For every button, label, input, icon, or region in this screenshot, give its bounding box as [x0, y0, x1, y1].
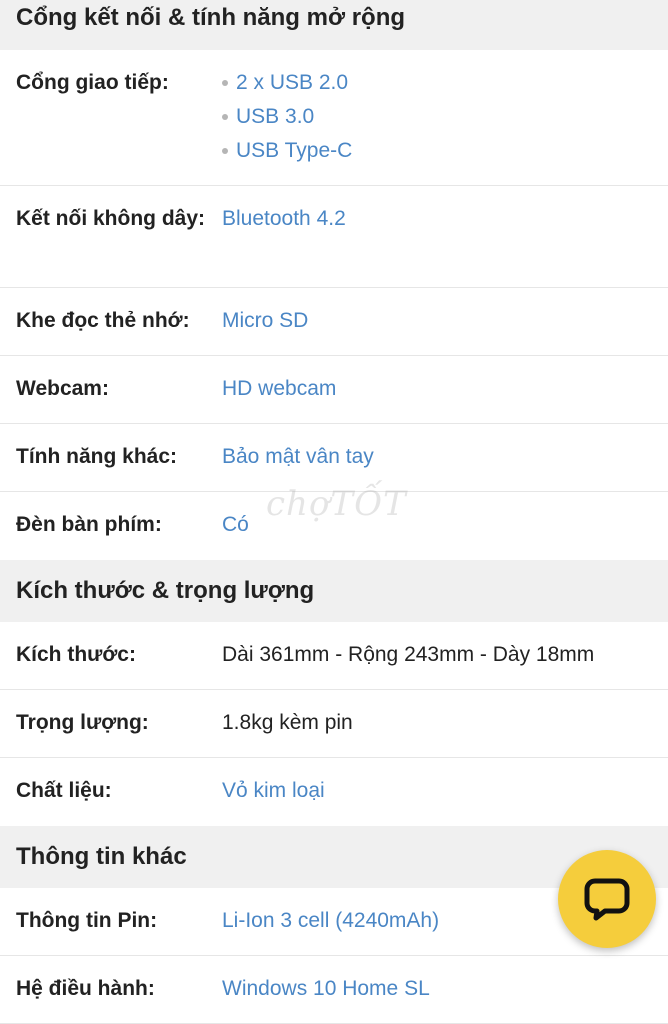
section-title: Cổng kết nối & tính năng mở rộng: [16, 4, 406, 31]
spec-row-os: Hệ điều hành: Windows 10 Home SL: [0, 956, 668, 1024]
bullet-icon: [222, 80, 228, 86]
spec-label: Tính năng khác:: [16, 445, 178, 468]
spec-value-link[interactable]: Micro SD: [222, 304, 652, 355]
spec-value-link[interactable]: Windows 10 Home SL: [222, 972, 652, 1023]
section-title: Thông tin khác: [16, 843, 187, 870]
list-item[interactable]: 2 x USB 2.0: [222, 66, 652, 100]
spec-row-card-reader: Khe đọc thẻ nhớ: Micro SD: [0, 288, 668, 356]
spec-row-size: Kích thước: Dài 361mm - Rộng 243mm - Dày…: [0, 622, 668, 690]
section-title: Kích thước & trọng lượng: [16, 577, 315, 604]
spec-row-weight: Trọng lượng: 1.8kg kèm pin: [0, 690, 668, 758]
bullet-icon: [222, 114, 228, 120]
list-item[interactable]: USB 3.0: [222, 100, 652, 134]
spec-row-material: Chất liệu: Vỏ kim loại: [0, 758, 668, 826]
spec-value-list: 2 x USB 2.0 USB 3.0 USB Type-C: [222, 66, 652, 185]
spec-label: Trọng lượng:: [16, 711, 149, 734]
spec-label: Hệ điều hành:: [16, 977, 155, 1000]
section-header-dimensions: Kích thước & trọng lượng: [0, 560, 668, 622]
spec-label: Đèn bàn phím:: [16, 513, 162, 536]
spec-row-webcam: Webcam: HD webcam: [0, 356, 668, 424]
spec-value-link[interactable]: Bảo mật vân tay: [222, 440, 652, 491]
spec-label: Chất liệu:: [16, 779, 112, 802]
chat-button[interactable]: [558, 850, 656, 948]
spec-row-ports: Cổng giao tiếp: 2 x USB 2.0 USB 3.0 USB …: [0, 50, 668, 186]
spec-value: 1.8kg kèm pin: [222, 711, 353, 734]
spec-value: Dài 361mm - Rộng 243mm - Dày 18mm: [222, 643, 595, 666]
spec-label: Kết nối không dây:: [16, 207, 205, 230]
spec-label: Kích thước:: [16, 643, 136, 666]
spec-row-features: Tính năng khác: Bảo mật vân tay: [0, 424, 668, 492]
spec-row-keyboard-light: Đèn bàn phím: Có: [0, 492, 668, 560]
spec-label: Thông tin Pin:: [16, 909, 158, 932]
bullet-icon: [222, 148, 228, 154]
section-header-ports: Cổng kết nối & tính năng mở rộng: [0, 0, 668, 50]
spec-value-link[interactable]: Vỏ kim loại: [222, 774, 652, 826]
list-item[interactable]: USB Type-C: [222, 134, 652, 168]
chat-bubble-icon: [584, 878, 630, 921]
spec-value-link[interactable]: HD webcam: [222, 372, 652, 423]
spec-row-wireless: Kết nối không dây: Bluetooth 4.2: [0, 186, 668, 288]
spec-value-link[interactable]: Có: [222, 508, 652, 560]
spec-label: Webcam:: [16, 377, 109, 400]
spec-label: Cổng giao tiếp:: [16, 71, 169, 94]
spec-value-link[interactable]: Bluetooth 4.2: [222, 202, 652, 287]
spec-label: Khe đọc thẻ nhớ:: [16, 309, 190, 332]
